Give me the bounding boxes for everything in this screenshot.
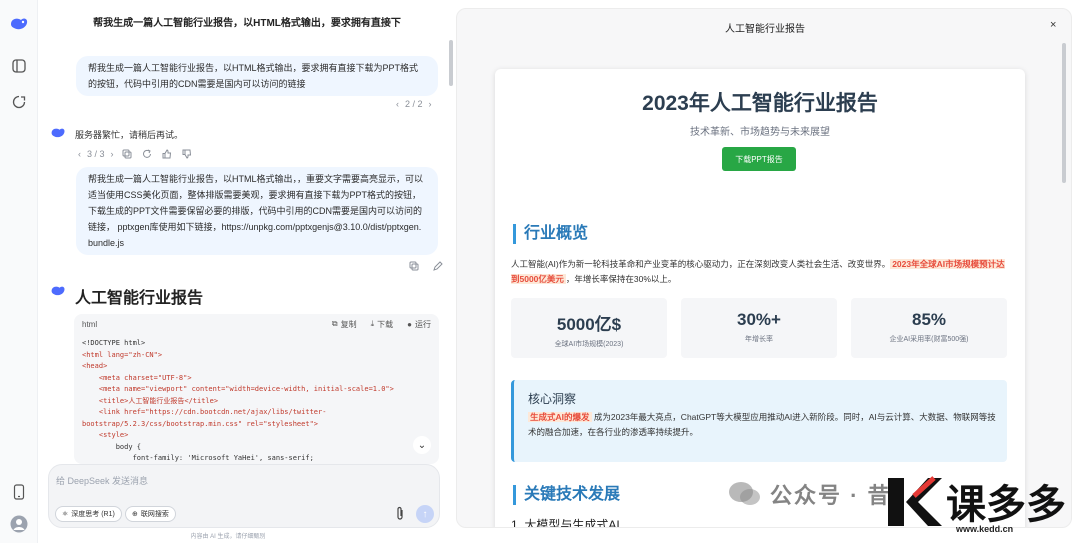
document-title: 2023年人工智能行业报告 xyxy=(642,92,878,115)
user-message-2-text: 帮我生成一篇人工智能行业报告，以HTML格式输出，，重要文字需要高亮显示，可以适… xyxy=(88,174,424,248)
overview-paragraph: 人工智能(AI)作为新一轮科技革命和产业变革的核心驱动力，正在深刻改变人类社会生… xyxy=(511,257,1007,287)
reply-actions-1: ‹ 3 / 3 › xyxy=(78,147,194,161)
user-message-1: 帮我生成一篇人工智能行业报告，以HTML格式输出，要求拥有直接下载为PPT格式的… xyxy=(76,56,438,96)
scroll-down-button[interactable]: ⌄ xyxy=(413,436,431,454)
download-ppt-button[interactable]: 下载PPT报告 xyxy=(722,147,796,171)
next-version-icon[interactable]: › xyxy=(429,99,432,109)
stat-label: 年增长率 xyxy=(745,336,773,343)
code-copy-label: 复制 xyxy=(340,319,357,329)
prev-version-icon[interactable]: ‹ xyxy=(396,99,399,109)
download-icon: ⤓ xyxy=(370,319,375,328)
user-message-1-text: 帮我生成一篇人工智能行业报告，以HTML格式输出，要求拥有直接下载为PPT格式的… xyxy=(88,63,419,89)
web-search-toggle[interactable]: ⊕ 联网搜索 xyxy=(125,506,176,522)
brand-text: 课多多 xyxy=(946,483,1066,527)
message-input-placeholder[interactable]: 给 DeepSeek 发送消息 xyxy=(56,474,148,487)
insight-title: 核心洞察 xyxy=(528,392,577,406)
code-block: html ⧉ 复制 ⤓ 下载 ● 运行 <!DOCTYPE html> <html l… xyxy=(74,314,439,464)
send-button[interactable]: ↑ xyxy=(416,505,434,523)
code-line: body { xyxy=(82,442,142,451)
preview-panel: 人工智能行业报告 × 2023年人工智能行业报告 技术革新、市场趋势与未来展望 … xyxy=(456,8,1072,528)
code-line: font-family: 'Microsoft YaHei', sans-ser… xyxy=(82,454,314,462)
stat-label: 企业AI采用率(财富500强) xyxy=(889,336,969,343)
stat-value: 30%+ xyxy=(737,310,781,329)
stat-label: 全球AI市场规模(2023) xyxy=(554,341,624,348)
assistant-avatar-2-icon xyxy=(50,284,66,300)
ai-disclaimer: 内容由 AI 生成，请仔细甄别 xyxy=(190,534,266,540)
copy-message-icon[interactable] xyxy=(407,259,421,273)
deep-think-toggle[interactable]: ⚛ 深度思考 (R1) xyxy=(55,506,122,522)
preview-scrollbar[interactable] xyxy=(1062,43,1066,183)
code-header: html ⧉ 复制 ⤓ 下载 ● 运行 xyxy=(74,314,439,334)
thumbs-up-icon[interactable] xyxy=(160,147,174,161)
message-pager-1: ‹ 2 / 2 › xyxy=(396,99,432,109)
left-rail xyxy=(0,0,38,543)
attach-file-icon[interactable] xyxy=(394,506,408,522)
code-content: <!DOCTYPE html> <html lang="zh-CN"> <hea… xyxy=(74,334,439,464)
tech-subheading: 1. 大模型与生成式AI xyxy=(511,518,620,528)
insight-box: 核心洞察 生成式AI的爆发 成为2023年最大亮点，ChatGPT等大模型应用推… xyxy=(511,380,1007,462)
copy-icon[interactable] xyxy=(120,147,134,161)
atom-icon: ⚛ xyxy=(62,511,69,518)
deep-think-label: 深度思考 (R1) xyxy=(71,511,115,518)
code-download-label: 下载 xyxy=(377,319,394,329)
code-line: <head> xyxy=(82,362,108,370)
document-subtitle: 技术革新、市场趋势与未来展望 xyxy=(690,127,830,138)
insight-body: 成为2023年最大亮点，ChatGPT等大模型应用推动AI进入新阶段。同时，AI… xyxy=(528,412,996,437)
sidebar-toggle-icon[interactable] xyxy=(9,56,29,76)
pager-1-label: 2 / 2 xyxy=(405,99,423,109)
assistant-reply-1: 服务器繁忙，请稍后再试。 xyxy=(75,130,184,140)
globe-icon: ⊕ xyxy=(132,511,138,518)
insight-text: 生成式AI的爆发 成为2023年最大亮点，ChatGPT等大模型应用推动AI进入… xyxy=(528,410,1000,440)
regenerate-icon[interactable] xyxy=(140,147,154,161)
watermark-text: 公众号 · 昔 xyxy=(770,483,892,508)
code-run-label: 运行 xyxy=(415,319,431,329)
code-language: html xyxy=(82,319,98,329)
report-heading: 人工智能行业报告 xyxy=(75,290,204,307)
code-line: <meta name="viewport" content="width=dev… xyxy=(82,385,394,393)
brand-url: www.kedd.cn xyxy=(956,524,1014,534)
preview-title: 人工智能行业报告 xyxy=(725,24,805,35)
insight-highlight: 生成式AI的爆发 xyxy=(528,412,592,422)
stat-value: 5000亿$ xyxy=(556,315,622,334)
pager-2-label: 3 / 3 xyxy=(87,149,105,159)
code-copy-button[interactable]: ⧉ 复制 xyxy=(332,319,357,330)
web-search-label: 联网搜索 xyxy=(140,511,169,518)
code-line: <meta charset="UTF-8"> xyxy=(82,373,192,382)
code-line: <style> xyxy=(82,431,129,439)
stat-card: 5000亿$ 全球AI市场规模(2023) xyxy=(511,298,667,358)
stat-value: 85% xyxy=(911,310,947,329)
run-icon: ● xyxy=(407,319,412,329)
code-line: <html lang="zh-CN"> xyxy=(82,350,163,359)
chat-title: 帮我生成一篇人工智能行业报告，以HTML格式输出，要求拥有直接下 xyxy=(93,18,401,29)
deepseek-logo-icon[interactable] xyxy=(9,14,29,34)
overview-text-b: ，年增长率保持在30%以上。 xyxy=(565,274,677,284)
close-icon[interactable]: × xyxy=(1050,19,1056,31)
chat-scrollbar[interactable] xyxy=(449,40,453,86)
edit-message-icon[interactable] xyxy=(431,259,445,273)
message-actions-2 xyxy=(407,259,445,273)
section-overview-heading: 行业概览 xyxy=(513,224,588,244)
phone-icon[interactable] xyxy=(9,482,29,502)
assistant-avatar-icon xyxy=(50,126,66,142)
report-document: 2023年人工智能行业报告 技术革新、市场趋势与未来展望 下载PPT报告 行业概… xyxy=(495,69,1025,528)
stat-card: 30%+ 年增长率 xyxy=(681,298,837,358)
arrow-up-icon: ↑ xyxy=(422,508,428,520)
code-line: <!DOCTYPE html> xyxy=(82,339,146,347)
thumbs-down-icon[interactable] xyxy=(180,147,194,161)
user-message-2: 帮我生成一篇人工智能行业报告，以HTML格式输出，，重要文字需要高亮显示，可以适… xyxy=(76,167,438,255)
new-chat-icon[interactable] xyxy=(9,92,29,112)
code-line: <link href="https://cdn.bootcdn.net/ajax… xyxy=(82,408,327,428)
section-tech-heading: 关键技术发展 xyxy=(513,485,620,505)
next-reply-icon[interactable]: › xyxy=(111,149,114,159)
code-line: <title>人工智能行业报告</title> xyxy=(82,396,219,405)
wechat-icon xyxy=(729,482,760,505)
copy-code-icon: ⧉ xyxy=(331,319,338,328)
overview-text-a: 人工智能(AI)作为新一轮科技革命和产业变革的核心驱动力，正在深刻改变人类社会生… xyxy=(511,259,891,269)
chevron-down-icon: ⌄ xyxy=(417,439,427,451)
prev-reply-icon[interactable]: ‹ xyxy=(78,149,81,159)
wechat-watermark: 公众号 · 昔 xyxy=(728,478,892,510)
stat-card: 85% 企业AI采用率(财富500强) xyxy=(851,298,1007,358)
code-download-button[interactable]: ⤓ 下载 xyxy=(371,319,394,330)
code-run-button[interactable]: ● 运行 xyxy=(407,319,431,330)
